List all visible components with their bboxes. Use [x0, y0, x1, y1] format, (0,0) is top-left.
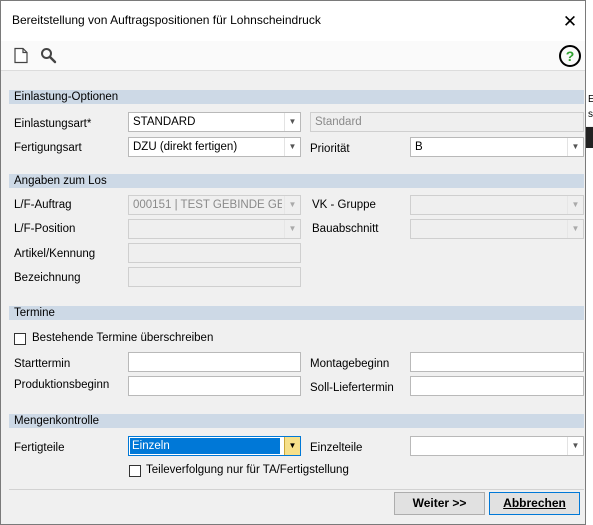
title-bar: Bereitstellung von Auftragspositionen fü… — [1, 1, 585, 41]
cancel-button[interactable]: Abbrechen — [489, 492, 580, 515]
einlastungsart-select[interactable]: STANDARD ▼ — [128, 112, 301, 132]
overwrite-dates-label: Bestehende Termine überschreiben — [32, 332, 214, 344]
new-document-icon[interactable] — [13, 47, 29, 67]
prioritaet-value: B — [415, 141, 423, 153]
overwrite-dates-checkbox[interactable] — [14, 333, 26, 345]
teileverfolgung-checkbox[interactable] — [129, 465, 141, 477]
teileverfolgung-label: Teileverfolgung nur für TA/Fertigstellun… — [146, 464, 349, 476]
einlastungsart-description: Standard — [310, 112, 584, 132]
chevron-down-icon[interactable]: ▼ — [284, 437, 300, 455]
chevron-down-icon: ▼ — [284, 220, 300, 238]
soll-liefertermin-label: Soll-Liefertermin — [310, 382, 394, 394]
search-icon[interactable] — [40, 47, 57, 67]
section-header-termine: Termine — [9, 306, 584, 320]
background-window-strip: E s — [585, 88, 593, 126]
einlastungsart-value: STANDARD — [133, 116, 196, 128]
fertigteile-label: Fertigteile — [14, 442, 65, 454]
chevron-down-icon: ▼ — [567, 220, 583, 238]
cancel-button-label: Abbrechen — [503, 496, 566, 510]
starttermin-input[interactable] — [128, 352, 301, 372]
lf-position-select: ▼ — [128, 219, 301, 239]
chevron-down-icon[interactable]: ▼ — [567, 138, 583, 156]
toolbar — [1, 41, 585, 71]
starttermin-label: Starttermin — [14, 358, 71, 370]
bezeichnung-label: Bezeichnung — [14, 272, 81, 284]
section-header-einlastung: Einlastung-Optionen — [9, 90, 584, 104]
help-button[interactable]: ? — [559, 45, 581, 67]
section-header-mengen: Mengenkontrolle — [9, 414, 584, 428]
fertigteile-value: Einzeln — [130, 438, 280, 454]
bauabschnitt-label: Bauabschnitt — [312, 223, 379, 235]
chevron-down-icon: ▼ — [284, 196, 300, 214]
einzelteile-label: Einzelteile — [310, 442, 363, 454]
bauabschnitt-select: ▼ — [410, 219, 584, 239]
close-icon: ✕ — [562, 12, 578, 31]
dialog-window: Bereitstellung von Auftragspositionen fü… — [0, 0, 586, 525]
chevron-down-icon[interactable]: ▼ — [284, 138, 300, 156]
einlastungsart-label: Einlastungsart* — [14, 118, 92, 130]
lf-auftrag-value: 000151 | TEST GEBINDE GESA — [133, 199, 282, 211]
lf-auftrag-label: L/F-Auftrag — [14, 199, 72, 211]
fertigteile-select[interactable]: Einzeln ▼ — [128, 436, 301, 456]
fertigungsart-select[interactable]: DZU (direkt fertigen) ▼ — [128, 137, 301, 157]
close-button[interactable]: ✕ — [557, 9, 583, 35]
section-header-los: Angaben zum Los — [9, 174, 584, 188]
einzelteile-select[interactable]: ▼ — [410, 436, 584, 456]
montagebeginn-input[interactable] — [410, 352, 584, 372]
artikel-field — [128, 243, 301, 263]
lf-auftrag-select: 000151 | TEST GEBINDE GESA ▼ — [128, 195, 301, 215]
soll-liefertermin-input[interactable] — [410, 376, 584, 396]
chevron-down-icon: ▼ — [567, 196, 583, 214]
next-button[interactable]: Weiter >> — [394, 492, 485, 515]
vk-gruppe-select: ▼ — [410, 195, 584, 215]
help-icon: ? — [565, 48, 575, 64]
lf-position-label: L/F-Position — [14, 223, 76, 235]
fertigungsart-label: Fertigungsart — [14, 142, 82, 154]
fertigungsart-value: DZU (direkt fertigen) — [133, 141, 238, 153]
chevron-down-icon[interactable]: ▼ — [284, 113, 300, 131]
artikel-label: Artikel/Kennung — [14, 248, 96, 260]
background-letter: s — [588, 109, 593, 120]
vk-gruppe-label: VK - Gruppe — [312, 199, 376, 211]
window-title: Bereitstellung von Auftragspositionen fü… — [12, 13, 321, 27]
background-dark-bar — [585, 127, 593, 148]
prioritaet-label: Priorität — [310, 143, 350, 155]
bezeichnung-field — [128, 267, 301, 287]
prioritaet-select[interactable]: B ▼ — [410, 137, 584, 157]
background-window: E s — [585, 88, 593, 148]
footer-divider — [9, 489, 584, 490]
background-letter: E — [588, 94, 593, 105]
produktionsbeginn-input[interactable] — [128, 376, 301, 396]
montagebeginn-label: Montagebeginn — [310, 358, 390, 370]
chevron-down-icon[interactable]: ▼ — [567, 437, 583, 455]
produktionsbeginn-label: Produktionsbeginn — [14, 379, 110, 391]
